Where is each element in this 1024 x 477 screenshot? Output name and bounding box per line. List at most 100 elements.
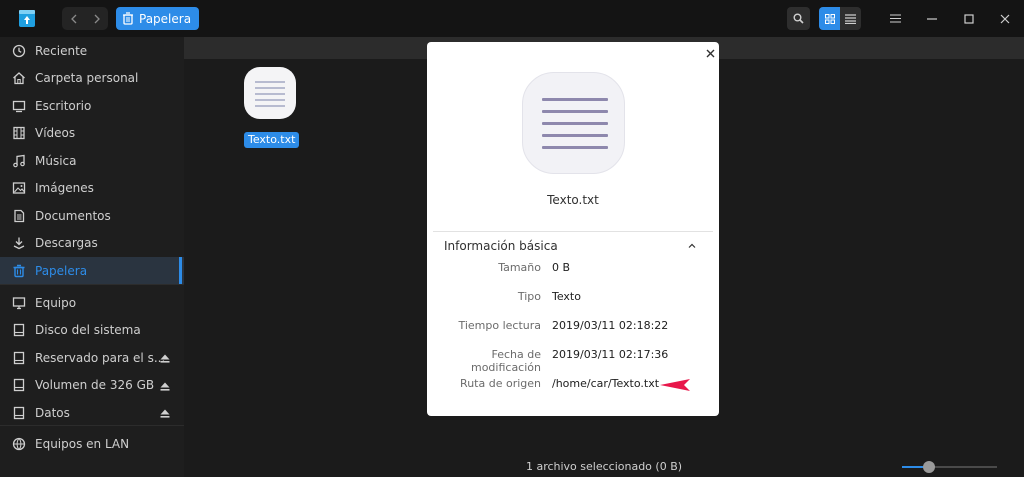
sidebar-item-label: Papelera <box>35 263 88 278</box>
main-menu-button[interactable] <box>884 7 907 30</box>
icon-size-slider[interactable] <box>902 461 997 473</box>
sidebar-item-label: Carpeta personal <box>35 71 139 85</box>
disk-icon <box>11 405 27 421</box>
disk-icon <box>11 322 27 338</box>
monitor-icon <box>11 295 27 311</box>
sidebar-item-volumen-de-326-gb[interactable]: Volumen de 326 GB <box>0 372 184 399</box>
sidebar-item-escritorio[interactable]: Escritorio <box>0 92 184 119</box>
sidebar-item-musica[interactable]: Música <box>0 147 184 174</box>
disk-icon <box>11 377 27 393</box>
info-key: Tamaño <box>498 261 541 274</box>
sidebar-item-papelera[interactable]: Papelera <box>0 257 184 284</box>
sidebar-item-label: Reservado para el s... <box>35 350 166 365</box>
info-value: /home/car/Texto.txt <box>552 377 660 390</box>
info-key: Tipo <box>517 290 541 303</box>
info-row: Tamaño 0 B <box>427 261 719 275</box>
trash-icon <box>123 12 133 25</box>
info-value: 0 B <box>552 261 571 274</box>
search-button[interactable] <box>787 7 810 30</box>
breadcrumb-label: Papelera <box>139 11 192 26</box>
chevron-left-icon <box>70 14 76 23</box>
maximize-button[interactable] <box>957 7 980 30</box>
dialog-file-name: Texto.txt <box>547 193 599 207</box>
text-file-preview-icon <box>522 72 625 174</box>
title-bar: Papelera <box>0 0 1024 37</box>
sidebar-item-label: Reciente <box>35 43 88 58</box>
sidebar-item-label: Volumen de 326 GB <box>35 378 155 392</box>
home-icon <box>11 70 27 86</box>
sidebar-item-reservado-para-el-s[interactable]: Reservado para el s... <box>0 344 184 371</box>
grid-icon <box>824 13 835 24</box>
status-text: 1 archivo seleccionado (0 B) <box>525 460 683 473</box>
image-icon <box>11 180 27 196</box>
sidebar-item-videos[interactable]: Vídeos <box>0 120 184 147</box>
disk-icon <box>11 350 27 366</box>
eject-icon[interactable] <box>160 380 170 394</box>
sidebar-item-label: Vídeos <box>35 126 76 140</box>
sidebar-item-imagenes[interactable]: Imágenes <box>0 175 184 202</box>
sidebar-item-label: Equipos en LAN <box>35 436 130 451</box>
info-row: Tipo Texto <box>427 290 719 304</box>
info-key: Tiempo lectura <box>458 319 541 332</box>
file-name-label[interactable]: Texto.txt <box>244 132 300 148</box>
close-window-button[interactable] <box>993 7 1016 30</box>
list-view-button[interactable] <box>840 7 861 30</box>
sidebar-item-datos[interactable]: Datos <box>0 399 184 426</box>
sidebar-item-equipos-en-lan[interactable]: Equipos en LAN <box>0 430 184 457</box>
chevron-up-icon[interactable] <box>686 240 698 252</box>
info-row: Fecha de modificación 2019/03/11 02:17:36 <box>427 348 719 374</box>
red-arrow-annotation-icon <box>660 379 690 391</box>
navigation-buttons <box>62 7 108 30</box>
info-row: Tiempo lectura 2019/03/11 02:18:22 <box>427 319 719 333</box>
divider <box>433 231 713 232</box>
document-icon <box>11 208 27 224</box>
breadcrumb-current[interactable]: Papelera <box>116 7 200 30</box>
trash-icon <box>11 263 27 279</box>
info-value: 2019/03/11 02:17:36 <box>552 348 669 361</box>
chevron-right-icon <box>94 14 100 23</box>
properties-dialog: Texto.txt Información básica Tamaño 0 B Ti… <box>427 42 719 416</box>
eject-icon[interactable] <box>160 407 170 421</box>
eject-icon[interactable] <box>160 352 170 366</box>
slider-handle[interactable] <box>922 461 935 473</box>
sidebar-item-label: Imágenes <box>35 181 94 195</box>
sidebar-item-label: Equipo <box>35 295 77 310</box>
close-icon <box>706 49 714 57</box>
sidebar-separator <box>0 425 184 426</box>
info-key: Fecha de modificación <box>470 348 541 374</box>
info-value: Texto <box>552 290 581 303</box>
text-file-icon[interactable] <box>244 67 296 119</box>
forward-button[interactable] <box>85 7 108 30</box>
sidebar-item-documentos[interactable]: Documentos <box>0 202 184 229</box>
music-icon <box>11 153 27 169</box>
minimize-icon <box>926 17 937 20</box>
section-title[interactable]: Información básica <box>444 239 558 253</box>
hamburger-menu-icon <box>890 14 901 23</box>
maximize-icon <box>963 13 974 24</box>
icon-view-button[interactable] <box>819 7 840 30</box>
sidebar-separator <box>0 284 184 285</box>
sidebar-item-carpeta-personal[interactable]: Carpeta personal <box>0 65 184 92</box>
sidebar-item-equipo[interactable]: Equipo <box>0 289 184 316</box>
status-bar: 1 archivo seleccionado (0 B) <box>184 457 1024 477</box>
clock-icon <box>11 43 27 59</box>
network-icon <box>11 436 27 452</box>
sidebar-item-disco-del-sistema[interactable]: Disco del sistema <box>0 317 184 344</box>
back-button[interactable] <box>62 7 85 30</box>
view-mode-toggle <box>819 7 861 30</box>
sidebar-item-label: Escritorio <box>35 98 92 113</box>
dialog-close-button[interactable] <box>702 45 718 61</box>
desktop-icon <box>11 98 27 114</box>
list-icon <box>845 13 856 24</box>
close-icon <box>1000 14 1009 23</box>
file-manager-logo-icon[interactable] <box>16 7 38 29</box>
sidebar-item-reciente[interactable]: Reciente <box>0 37 184 64</box>
sidebar: Reciente Carpeta personal Escritorio Vídeos… <box>0 37 184 477</box>
sidebar-item-label: Datos <box>35 405 70 420</box>
download-icon <box>11 235 27 251</box>
sidebar-item-label: Documentos <box>35 208 111 223</box>
film-icon <box>11 125 27 141</box>
sidebar-item-descargas[interactable]: Descargas <box>0 230 184 257</box>
search-icon <box>793 13 804 24</box>
minimize-button[interactable] <box>920 7 943 30</box>
